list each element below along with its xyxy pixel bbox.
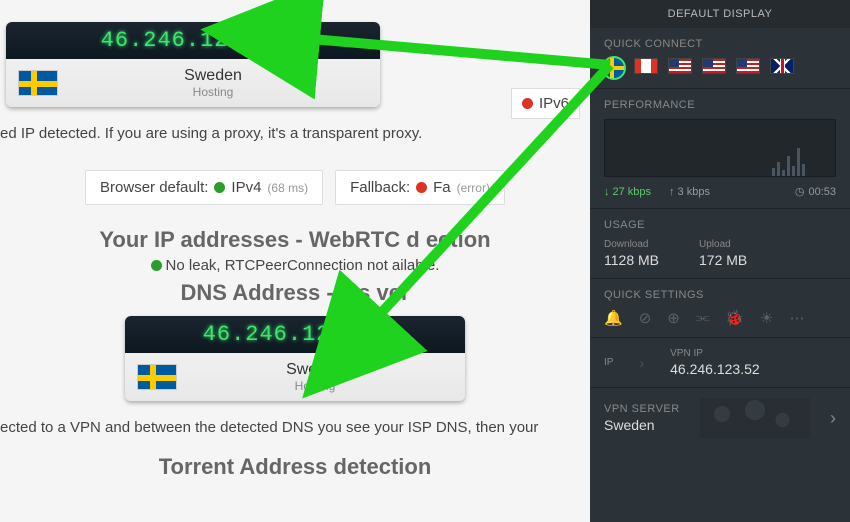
bug-icon[interactable]: 🐞 <box>725 309 744 327</box>
performance-chart <box>604 119 836 177</box>
quick-connect-flags <box>604 58 836 78</box>
browser-default-pill: Browser default: IPv4 (68 ms) <box>85 170 323 205</box>
usage-section: USAGE Download 1128 MB Upload 172 MB <box>590 209 850 279</box>
usage-label: USAGE <box>604 219 836 231</box>
upload-speed: 3 kbps <box>669 186 710 198</box>
fallback-fail: Fa <box>433 179 451 196</box>
chevron-right-icon: › <box>639 355 644 371</box>
flag-us-button[interactable] <box>702 58 726 74</box>
connection-timer: 00:53 <box>795 185 836 198</box>
download-label: Download <box>604 239 659 250</box>
brightness-icon[interactable]: ☀ <box>760 309 773 327</box>
chevron-right-icon: › <box>830 408 836 429</box>
vpnip-value: 46.246.123.52 <box>670 361 760 377</box>
torrent-section-title: Torrent Address detection <box>0 454 590 480</box>
bell-icon[interactable]: 🔔 <box>604 309 623 327</box>
shield-icon[interactable]: ⊘ <box>639 309 652 327</box>
performance-section: PERFORMANCE 27 kbps 3 kbps 00:53 <box>590 89 850 209</box>
ip-address-value: 46.246.123.52 <box>6 22 380 59</box>
status-dot-red-icon <box>416 182 427 193</box>
vpn-sidebar: DEFAULT DISPLAY QUICK CONNECT PERFORMANC… <box>590 0 850 522</box>
ipv4-label: IPv4 <box>231 179 261 196</box>
flag-uk-button[interactable] <box>770 58 794 74</box>
vpnserver-value: Sweden <box>604 417 680 433</box>
quick-settings-section: QUICK SETTINGS 🔔 ⊘ ⊕ ⫘ 🐞 ☀ ⋯ <box>590 279 850 338</box>
quick-settings-label: QUICK SETTINGS <box>604 289 836 301</box>
ip-card: 46.246.123.52 Sweden Hosting <box>6 22 380 107</box>
dns-ip-value: 46.246.123.52 <box>125 316 465 353</box>
status-dot-red-icon <box>522 98 533 109</box>
status-dot-green-icon <box>151 260 162 271</box>
download-speed: 27 kbps <box>604 186 651 198</box>
vpnip-label: VPN IP <box>670 348 760 359</box>
performance-label: PERFORMANCE <box>604 99 836 111</box>
ipv6-badge: IPv6 <box>511 88 580 119</box>
status-dot-green-icon <box>214 182 225 193</box>
flag-sweden-button[interactable] <box>604 58 624 78</box>
download-value: 1128 MB <box>604 252 659 268</box>
upload-value: 172 MB <box>699 252 747 268</box>
vpn-detection-text: ected to a VPN and between the detected … <box>0 419 590 436</box>
vpn-server-section[interactable]: VPN SERVER Sweden › <box>590 388 850 448</box>
dns-card: 46.246.123.52 Sweden Hosting <box>125 316 465 401</box>
ip-type: Hosting <box>58 85 368 99</box>
ip-section: IP › VPN IP 46.246.123.52 <box>590 338 850 388</box>
more-icon[interactable]: ⋯ <box>790 309 805 327</box>
flag-us-button[interactable] <box>668 58 692 74</box>
webrtc-section-title: Your IP addresses - WebRTC d ection <box>0 227 590 253</box>
proxy-detection-text: ed IP detected. If you are using a proxy… <box>0 125 590 142</box>
sweden-flag-icon <box>137 364 177 390</box>
ipv6-label: IPv6 <box>539 95 569 112</box>
sweden-flag-icon <box>18 70 58 96</box>
dns-country: Sweden <box>177 361 453 379</box>
globe-icon[interactable]: ⊕ <box>667 309 680 327</box>
quick-connect-label: QUICK CONNECT <box>604 38 836 50</box>
webrtc-noleak-text: No leak, RTCPeerConnection not ailable. <box>0 257 590 274</box>
network-icon[interactable]: ⫘ <box>696 309 710 327</box>
ip-country: Sweden <box>58 67 368 85</box>
main-content: 46.246.123.52 Sweden Hosting IPv6 ed IP … <box>0 0 590 522</box>
ip-label: IP <box>604 357 613 368</box>
upload-label: Upload <box>699 239 747 250</box>
dns-section-title: DNS Address - 1 s ver <box>0 280 590 306</box>
world-map-icon <box>700 398 810 438</box>
quick-connect-section: QUICK CONNECT <box>590 28 850 89</box>
flag-us-button[interactable] <box>736 58 760 74</box>
fallback-label: Fallback: <box>350 179 410 196</box>
fallback-error: (error) <box>457 181 490 195</box>
sidebar-header: DEFAULT DISPLAY <box>590 0 850 28</box>
fallback-pill: Fallback: Fa (error) <box>335 170 505 205</box>
ipv4-latency: (68 ms) <box>267 181 308 195</box>
vpnserver-label: VPN SERVER <box>604 403 680 415</box>
browser-default-row: Browser default: IPv4 (68 ms) Fallback: … <box>0 170 590 205</box>
dns-type: Hosting <box>177 379 453 393</box>
flag-canada-button[interactable] <box>634 58 658 74</box>
browser-default-label: Browser default: <box>100 179 208 196</box>
